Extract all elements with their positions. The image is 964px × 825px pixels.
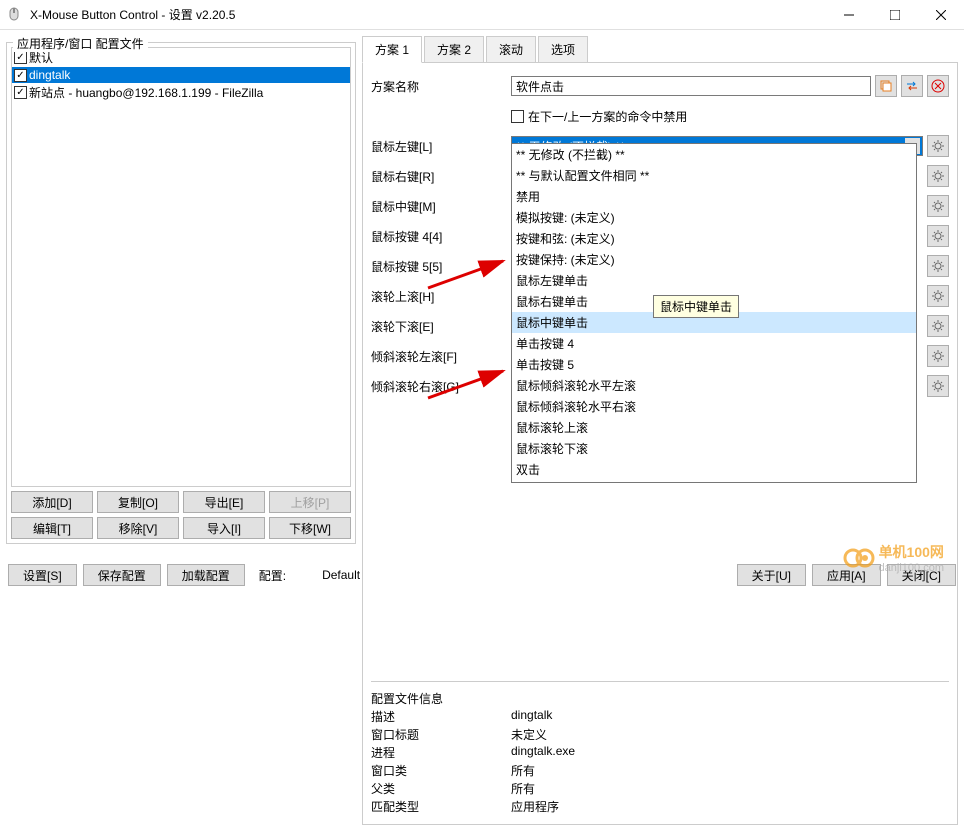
dropdown-option[interactable]: 单击按键 4 — [512, 333, 916, 354]
config-value: Default — [322, 568, 360, 582]
profile-action-button[interactable]: 复制[O] — [97, 491, 179, 513]
button-label: 鼠标左键[L] — [371, 138, 511, 155]
info-title: 配置文件信息 — [371, 690, 511, 708]
dropdown-option[interactable]: 鼠标滚轮上滚 — [512, 417, 916, 438]
profile-label: 新站点 - huangbo@192.168.1.199 - FileZilla — [29, 84, 263, 101]
load-config-button[interactable]: 加载配置 — [167, 564, 245, 586]
tooltip: 鼠标中键单击 — [653, 295, 739, 318]
dropdown-option[interactable]: 按下时减慢指针速度 — [512, 480, 916, 483]
save-config-button[interactable]: 保存配置 — [83, 564, 161, 586]
info-value: 所有 — [511, 762, 535, 780]
checkbox-icon[interactable]: ✓ — [14, 51, 27, 64]
button-label: 鼠标按键 4[4] — [371, 228, 511, 245]
info-label: 进程 — [371, 744, 511, 762]
copy-icon-button[interactable] — [875, 75, 897, 97]
tab[interactable]: 方案 1 — [362, 36, 422, 63]
minimize-button[interactable] — [826, 0, 872, 29]
gear-icon-button[interactable] — [927, 285, 949, 307]
button-label: 倾斜滚轮左滚[F] — [371, 348, 511, 365]
tab[interactable]: 方案 2 — [424, 36, 484, 62]
dropdown-option[interactable]: 鼠标倾斜滚轮水平右滚 — [512, 396, 916, 417]
gear-icon-button[interactable] — [927, 165, 949, 187]
profile-item[interactable]: ✓dingtalk — [12, 67, 350, 83]
checkbox-icon[interactable]: ✓ — [14, 86, 27, 99]
info-value: 所有 — [511, 780, 535, 798]
info-label: 匹配类型 — [371, 798, 511, 816]
delete-icon-button[interactable] — [927, 75, 949, 97]
dropdown-option[interactable]: 鼠标滚轮下滚 — [512, 438, 916, 459]
disable-checkbox[interactable]: 在下一/上一方案的命令中禁用 — [511, 108, 687, 125]
gear-icon-button[interactable] — [927, 255, 949, 277]
dropdown-option[interactable]: 鼠标左键单击 — [512, 270, 916, 291]
gear-icon-button[interactable] — [927, 195, 949, 217]
dropdown-option[interactable]: ** 无修改 (不拦截) ** — [512, 144, 916, 165]
checkbox-icon[interactable]: ✓ — [14, 69, 27, 82]
button-label: 鼠标按键 5[5] — [371, 258, 511, 275]
info-label: 窗口标题 — [371, 726, 511, 744]
profile-action-button[interactable]: 移除[V] — [97, 517, 179, 539]
tab[interactable]: 滚动 — [486, 36, 536, 62]
maximize-button[interactable] — [872, 0, 918, 29]
window-title: X-Mouse Button Control - 设置 v2.20.5 — [30, 6, 826, 23]
close-button[interactable] — [918, 0, 964, 29]
gear-icon-button[interactable] — [927, 375, 949, 397]
info-label: 窗口类 — [371, 762, 511, 780]
button-label: 滚轮下滚[E] — [371, 318, 511, 335]
gear-icon-button[interactable] — [927, 135, 949, 157]
info-value: dingtalk — [511, 708, 552, 726]
dropdown-option[interactable]: ** 与默认配置文件相同 ** — [512, 165, 916, 186]
dropdown-option[interactable]: 按键保持: (未定义) — [512, 249, 916, 270]
scheme-name-input[interactable] — [511, 76, 871, 96]
info-value: 应用程序 — [511, 798, 559, 816]
info-label: 父类 — [371, 780, 511, 798]
button-label: 滚轮上滚[H] — [371, 288, 511, 305]
app-icon — [8, 7, 24, 23]
profile-action-button[interactable]: 编辑[T] — [11, 517, 93, 539]
profile-label: dingtalk — [29, 68, 70, 82]
dropdown-option[interactable]: 禁用 — [512, 186, 916, 207]
info-value: dingtalk.exe — [511, 744, 575, 762]
dropdown-option[interactable]: 模拟按键: (未定义) — [512, 207, 916, 228]
config-label: 配置: — [259, 567, 286, 584]
profile-action-button[interactable]: 导出[E] — [183, 491, 265, 513]
profile-action-button[interactable]: 添加[D] — [11, 491, 93, 513]
profile-action-button: 上移[P] — [269, 491, 351, 513]
dropdown-option[interactable]: 鼠标倾斜滚轮水平左滚 — [512, 375, 916, 396]
button-label: 鼠标右键[R] — [371, 168, 511, 185]
info-value: 未定义 — [511, 726, 547, 744]
dropdown-option[interactable]: 双击 — [512, 459, 916, 480]
scheme-name-label: 方案名称 — [371, 78, 511, 95]
profile-action-button[interactable]: 导入[I] — [183, 517, 265, 539]
dropdown-option[interactable]: 按键和弦: (未定义) — [512, 228, 916, 249]
gear-icon-button[interactable] — [927, 315, 949, 337]
button-label: 倾斜滚轮右滚[G] — [371, 378, 511, 395]
swap-icon-button[interactable] — [901, 75, 923, 97]
profile-item[interactable]: ✓新站点 - huangbo@192.168.1.199 - FileZilla — [12, 83, 350, 102]
gear-icon-button[interactable] — [927, 345, 949, 367]
profile-list[interactable]: ✓默认✓dingtalk✓新站点 - huangbo@192.168.1.199… — [11, 47, 351, 487]
info-label: 描述 — [371, 708, 511, 726]
tab[interactable]: 选项 — [538, 36, 588, 62]
button-label: 鼠标中键[M] — [371, 198, 511, 215]
profile-action-button[interactable]: 下移[W] — [269, 517, 351, 539]
gear-icon-button[interactable] — [927, 225, 949, 247]
settings-button[interactable]: 设置[S] — [8, 564, 77, 586]
profile-group-title: 应用程序/窗口 配置文件 — [13, 35, 148, 52]
dropdown-option[interactable]: 单击按键 5 — [512, 354, 916, 375]
